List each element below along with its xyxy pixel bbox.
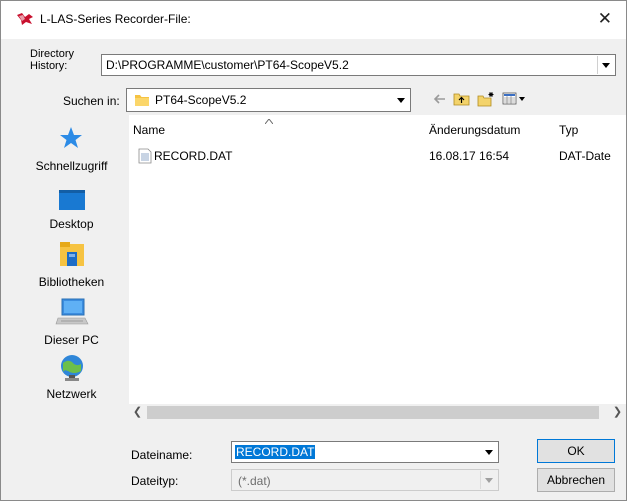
close-icon[interactable]: ✕: [598, 9, 612, 29]
chevron-down-icon: [602, 63, 610, 68]
scroll-left-icon[interactable]: ❮: [129, 404, 146, 421]
filetype-select[interactable]: (*.dat): [231, 469, 499, 491]
horizontal-scrollbar[interactable]: ❮ ❯: [129, 404, 626, 421]
title-bar[interactable]: L-LAS-Series Recorder-File: ✕: [1, 1, 626, 39]
desktop-icon: [59, 190, 85, 210]
filename-input[interactable]: RECORD.DAT: [231, 441, 499, 463]
look-in-label: Suchen in:: [63, 94, 120, 108]
libraries-icon: [60, 242, 84, 266]
app-logo-icon: [17, 13, 33, 25]
star-icon: [60, 127, 82, 148]
open-file-dialog: L-LAS-Series Recorder-File: ✕ Directory …: [0, 0, 627, 501]
filetype-label: Dateityp:: [131, 474, 179, 488]
cancel-button[interactable]: Abbrechen: [537, 468, 615, 492]
place-label: Netzwerk: [46, 387, 97, 401]
look-in-dropdown-button[interactable]: [393, 90, 409, 110]
file-modified: 16.08.17 16:54: [429, 149, 510, 163]
directory-history-dropdown-button[interactable]: [597, 56, 614, 74]
filetype-value: (*.dat): [238, 474, 271, 488]
chevron-down-icon: [485, 450, 493, 455]
place-libraries[interactable]: Bibliotheken: [29, 240, 114, 296]
column-header-name[interactable]: Name: [133, 123, 165, 137]
places-bar: Schnellzugriff Desktop Bibliotheken Dies…: [29, 118, 114, 403]
column-header-type[interactable]: Typ: [559, 123, 578, 137]
directory-history-label-line1: Directory: [30, 48, 75, 60]
place-desktop[interactable]: Desktop: [29, 186, 114, 236]
file-list[interactable]: Name Änderungsdatum Typ RECORD.DAT 16.08…: [129, 115, 626, 420]
filetype-dropdown-button[interactable]: [480, 471, 497, 489]
ok-button[interactable]: OK: [537, 439, 615, 463]
up-folder-icon[interactable]: [453, 91, 471, 107]
sort-ascending-icon: [265, 119, 273, 124]
look-in-select[interactable]: PT64-ScopeV5.2: [126, 88, 411, 112]
directory-history-value: D:\PROGRAMME\customer\PT64-ScopeV5.2: [106, 58, 349, 72]
column-header-date[interactable]: Änderungsdatum: [429, 123, 520, 137]
look-in-value: PT64-ScopeV5.2: [155, 93, 247, 107]
filename-dropdown-button[interactable]: [481, 443, 497, 461]
filename-value: RECORD.DAT: [235, 445, 316, 459]
place-label: Dieser PC: [44, 333, 99, 347]
directory-history-label-line2: History:: [30, 60, 68, 72]
view-menu-icon[interactable]: [502, 91, 526, 107]
scroll-right-icon[interactable]: ❯: [609, 404, 626, 421]
place-this-pc[interactable]: Dieser PC: [29, 296, 114, 352]
file-icon: [138, 148, 152, 164]
directory-history-select[interactable]: D:\PROGRAMME\customer\PT64-ScopeV5.2: [101, 54, 616, 76]
place-network[interactable]: Netzwerk: [29, 353, 114, 403]
back-arrow-icon[interactable]: [431, 91, 447, 107]
folder-icon: [135, 95, 149, 106]
filename-label: Dateiname:: [131, 448, 193, 462]
new-folder-icon[interactable]: [477, 91, 495, 107]
network-icon: [61, 355, 83, 381]
computer-icon: [55, 298, 89, 325]
scrollbar-thumb[interactable]: [147, 406, 599, 419]
chevron-down-icon: [397, 98, 405, 103]
file-type: DAT-Date: [559, 149, 611, 163]
place-label: Schnellzugriff: [35, 159, 108, 173]
place-label: Bibliotheken: [38, 275, 105, 289]
file-row[interactable]: RECORD.DAT 16.08.17 16:54 DAT-Date: [129, 147, 626, 165]
chevron-down-icon: [485, 478, 493, 483]
window-title: L-LAS-Series Recorder-File:: [40, 12, 191, 26]
directory-history-label: Directory History:: [30, 48, 74, 72]
place-label: Desktop: [49, 217, 94, 231]
place-quick-access[interactable]: Schnellzugriff: [29, 118, 114, 178]
file-name: RECORD.DAT: [154, 149, 233, 163]
